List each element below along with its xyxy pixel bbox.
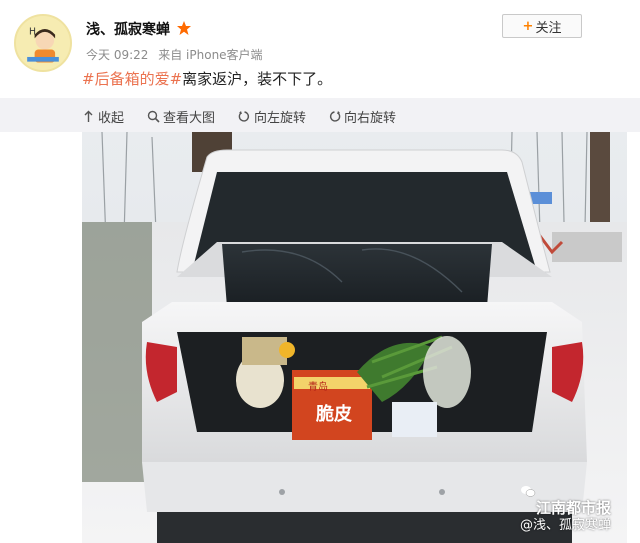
rotate-left-button[interactable]: 向左旋转	[238, 107, 306, 126]
car-trunk-photo: 青岛 脆皮	[82, 132, 627, 543]
rotate-left-label: 向左旋转	[254, 111, 307, 126]
vip-star-icon	[177, 21, 191, 35]
collapse-label: 收起	[98, 111, 125, 126]
watermark-user: @浅、孤寂寒蝉	[519, 518, 611, 533]
post-source: 来自 iPhone客户端	[158, 48, 263, 62]
box-label-text: 脆皮	[315, 403, 352, 425]
user-avatar[interactable]: H	[14, 14, 72, 72]
wechat-icon	[520, 486, 536, 497]
post-meta: 今天 09:22 来自 iPhone客户端	[86, 46, 263, 63]
box-brand-text: 青岛	[308, 380, 328, 393]
plus-icon: +	[522, 18, 534, 34]
collapse-icon	[84, 110, 93, 122]
svg-text:H: H	[29, 27, 36, 38]
avatar-illustration: H	[16, 16, 70, 70]
follow-label: 关注	[535, 20, 562, 36]
post-photo[interactable]: 青岛 脆皮 江南都市报 @浅、孤寂寒蝉	[82, 132, 627, 543]
watermark: 江南都市报 @浅、孤寂寒蝉	[520, 483, 611, 535]
post-body: 离家返沪，装不下了。	[182, 70, 333, 88]
post-header: H 浅、孤寂寒蝉 今天 09:22 来自 iPhone客户端 + 关注 #后备箱…	[0, 0, 640, 98]
collapse-button[interactable]: 收起	[82, 107, 124, 126]
post-time[interactable]: 今天 09:22	[86, 48, 148, 62]
username[interactable]: 浅、孤寂寒蝉	[86, 19, 170, 39]
rotate-left-icon	[238, 111, 250, 122]
image-toolbar: 收起 查看大图 向左旋转 向右旋转	[0, 98, 640, 132]
rotate-right-label: 向右旋转	[344, 111, 397, 126]
rotate-right-icon	[329, 111, 341, 122]
view-large-button[interactable]: 查看大图	[147, 107, 215, 126]
post-text: #后备箱的爱#离家返沪，装不下了。	[82, 68, 332, 89]
view-large-label: 查看大图	[163, 111, 216, 126]
watermark-brand: 江南都市报	[520, 483, 611, 517]
follow-button[interactable]: + 关注	[502, 14, 582, 38]
magnifier-icon	[147, 110, 160, 123]
rotate-right-button[interactable]: 向右旋转	[328, 107, 396, 126]
hashtag-link[interactable]: #后备箱的爱#	[82, 70, 182, 88]
